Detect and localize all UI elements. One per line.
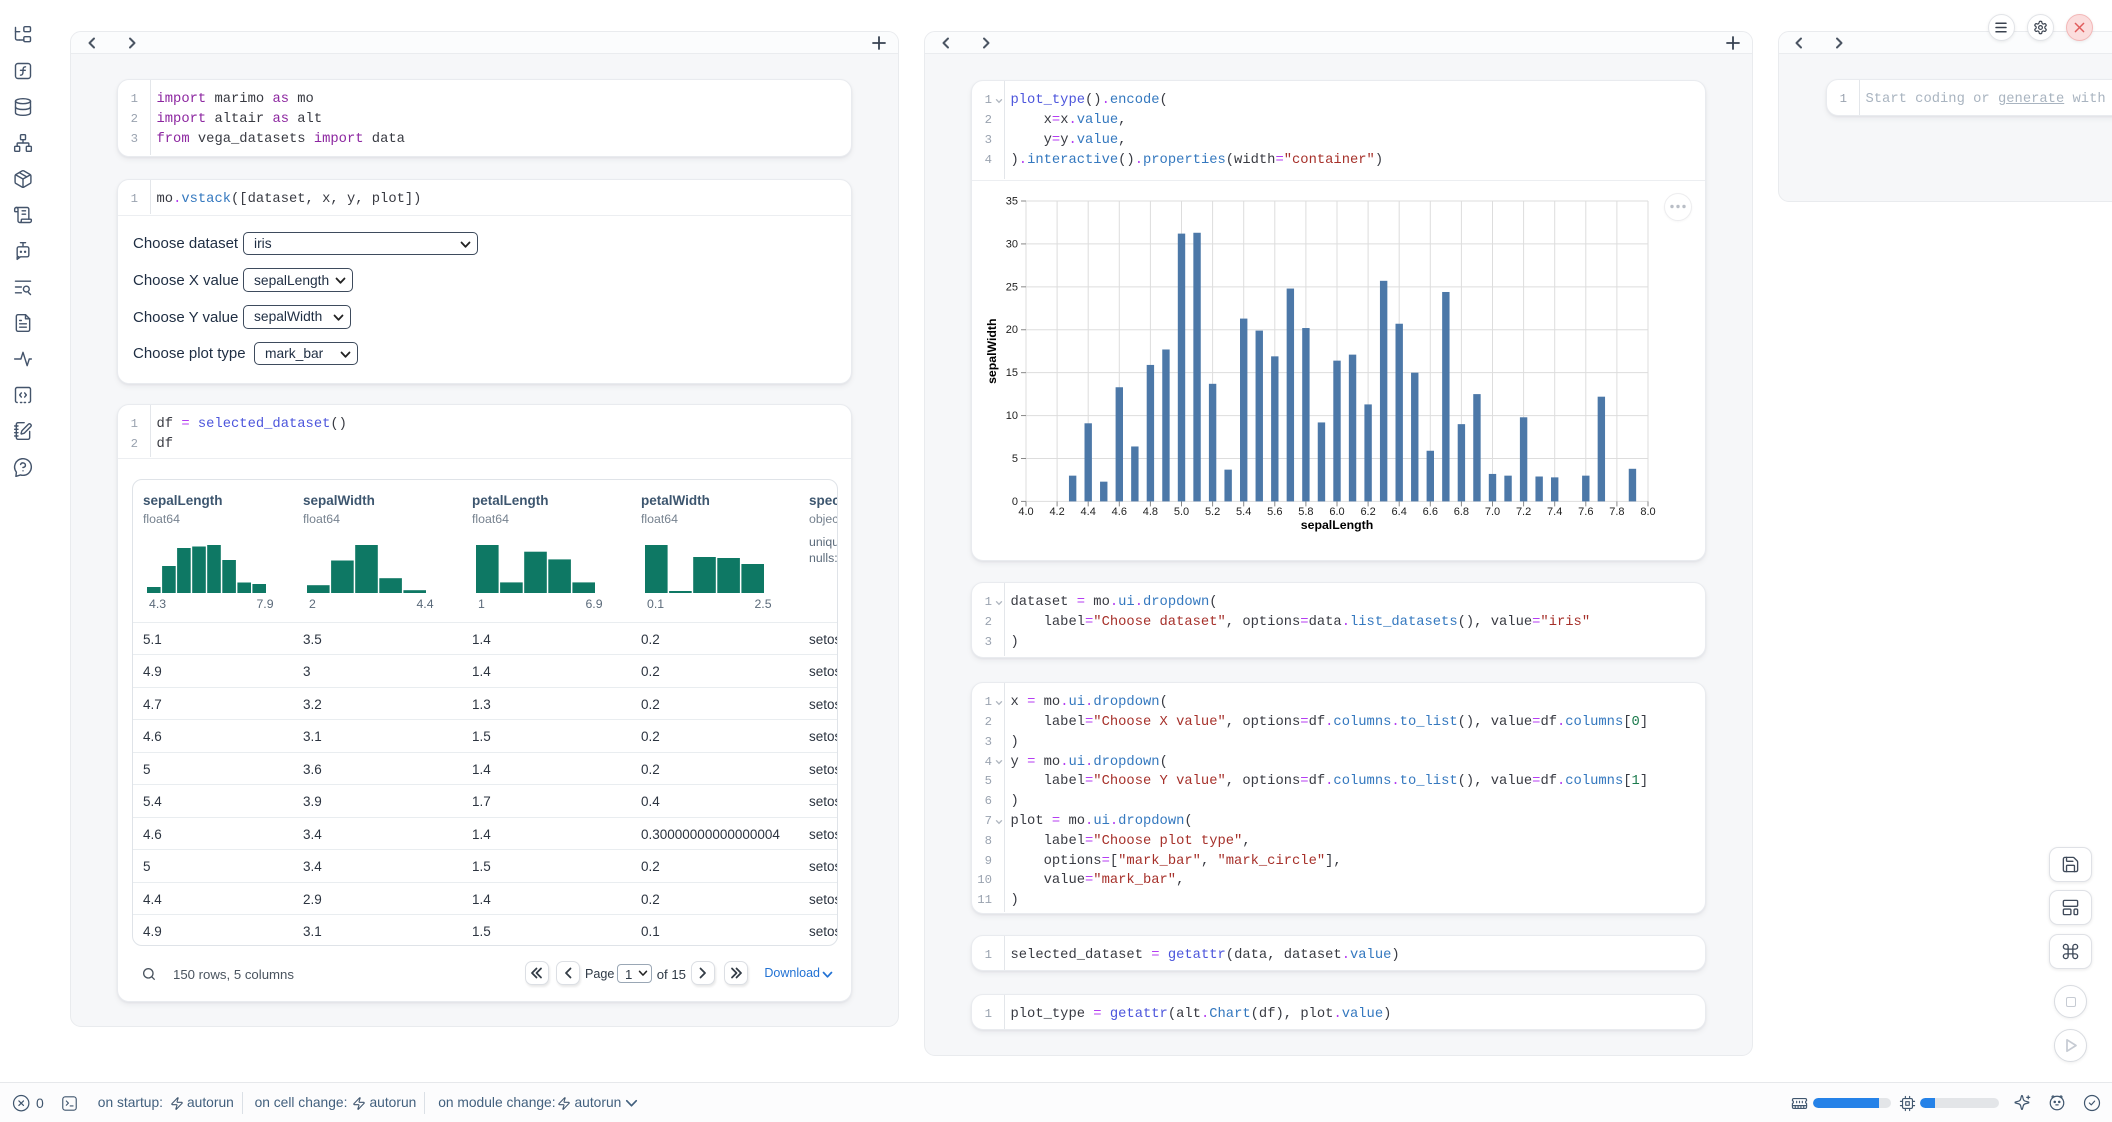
svg-text:5.8: 5.8 [1298, 506, 1313, 518]
svg-text:4.2: 4.2 [1049, 506, 1064, 518]
svg-text:sepalWidth: sepalWidth [985, 318, 999, 383]
svg-text:7.8: 7.8 [1609, 506, 1624, 518]
svg-text:4.8: 4.8 [1143, 506, 1158, 518]
svg-text:6.6: 6.6 [1423, 506, 1438, 518]
svg-text:0: 0 [1012, 496, 1018, 508]
svg-text:4.0: 4.0 [1018, 506, 1033, 518]
svg-text:6.2: 6.2 [1360, 506, 1375, 518]
svg-text:4.6: 4.6 [1112, 506, 1127, 518]
svg-text:4.4: 4.4 [1081, 506, 1096, 518]
svg-text:5.4: 5.4 [1236, 506, 1251, 518]
svg-text:6.4: 6.4 [1392, 506, 1407, 518]
svg-text:35: 35 [1006, 196, 1018, 208]
svg-text:15: 15 [1006, 367, 1018, 379]
svg-text:30: 30 [1006, 238, 1018, 250]
svg-text:8.0: 8.0 [1640, 506, 1655, 518]
svg-text:6.8: 6.8 [1454, 506, 1469, 518]
svg-text:25: 25 [1006, 281, 1018, 293]
svg-text:7.6: 7.6 [1578, 506, 1593, 518]
svg-text:5.0: 5.0 [1174, 506, 1189, 518]
svg-text:6.0: 6.0 [1329, 506, 1344, 518]
svg-text:7.0: 7.0 [1485, 506, 1500, 518]
svg-text:7.2: 7.2 [1516, 506, 1531, 518]
svg-text:10: 10 [1006, 410, 1018, 422]
svg-text:20: 20 [1006, 324, 1018, 336]
svg-text:5.2: 5.2 [1205, 506, 1220, 518]
svg-text:sepalLength: sepalLength [1301, 518, 1373, 532]
svg-text:7.4: 7.4 [1547, 506, 1562, 518]
svg-text:5.6: 5.6 [1267, 506, 1282, 518]
svg-text:5: 5 [1012, 453, 1018, 465]
